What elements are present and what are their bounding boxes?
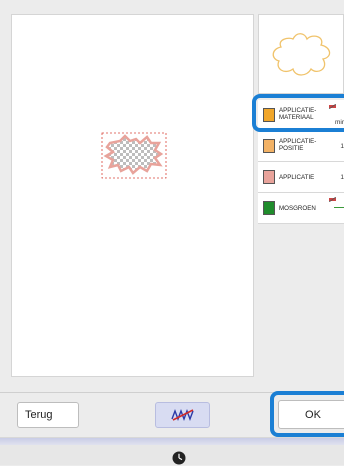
thread-row-mosgroen[interactable]: MOSGROEN <box>258 193 344 224</box>
applique-shape <box>103 134 164 175</box>
preview-outline <box>272 33 331 76</box>
thread-color-swatch <box>263 201 275 215</box>
status-bar <box>0 437 344 465</box>
thread-label: MOSGROEN <box>279 205 316 212</box>
thread-number: 1 <box>340 143 344 150</box>
ok-button-highlight <box>270 391 344 437</box>
design-preview <box>258 14 344 94</box>
thread-label: APPLICATIE- POSITIE <box>279 138 317 152</box>
clock-icon[interactable] <box>171 450 187 466</box>
zigzag-stitch-off-icon <box>170 409 194 421</box>
no-sew-icon <box>329 197 336 202</box>
thread-number: 1 <box>340 174 344 181</box>
back-button[interactable]: Terug <box>17 402 79 428</box>
selected-row-highlight <box>252 94 344 132</box>
embroidery-canvas[interactable] <box>11 14 254 377</box>
thread-label: APPLICATIE <box>279 174 315 181</box>
thread-row-applicatie-positie[interactable]: APPLICATIE- POSITIE 1 <box>258 131 344 162</box>
thread-panel: APPLICATIE- MATERIAAL mir APPLICATIE- PO… <box>258 14 344 390</box>
applique-design <box>101 132 167 179</box>
back-button-label: Terug <box>25 409 53 421</box>
thread-color-swatch <box>263 139 275 153</box>
thread-row-applicatie[interactable]: APPLICATIE 1 <box>258 162 344 193</box>
status-strip <box>0 438 344 445</box>
stitch-toggle-button[interactable] <box>155 402 210 428</box>
thread-color-swatch <box>263 170 275 184</box>
thread-line-indicator <box>334 207 344 208</box>
